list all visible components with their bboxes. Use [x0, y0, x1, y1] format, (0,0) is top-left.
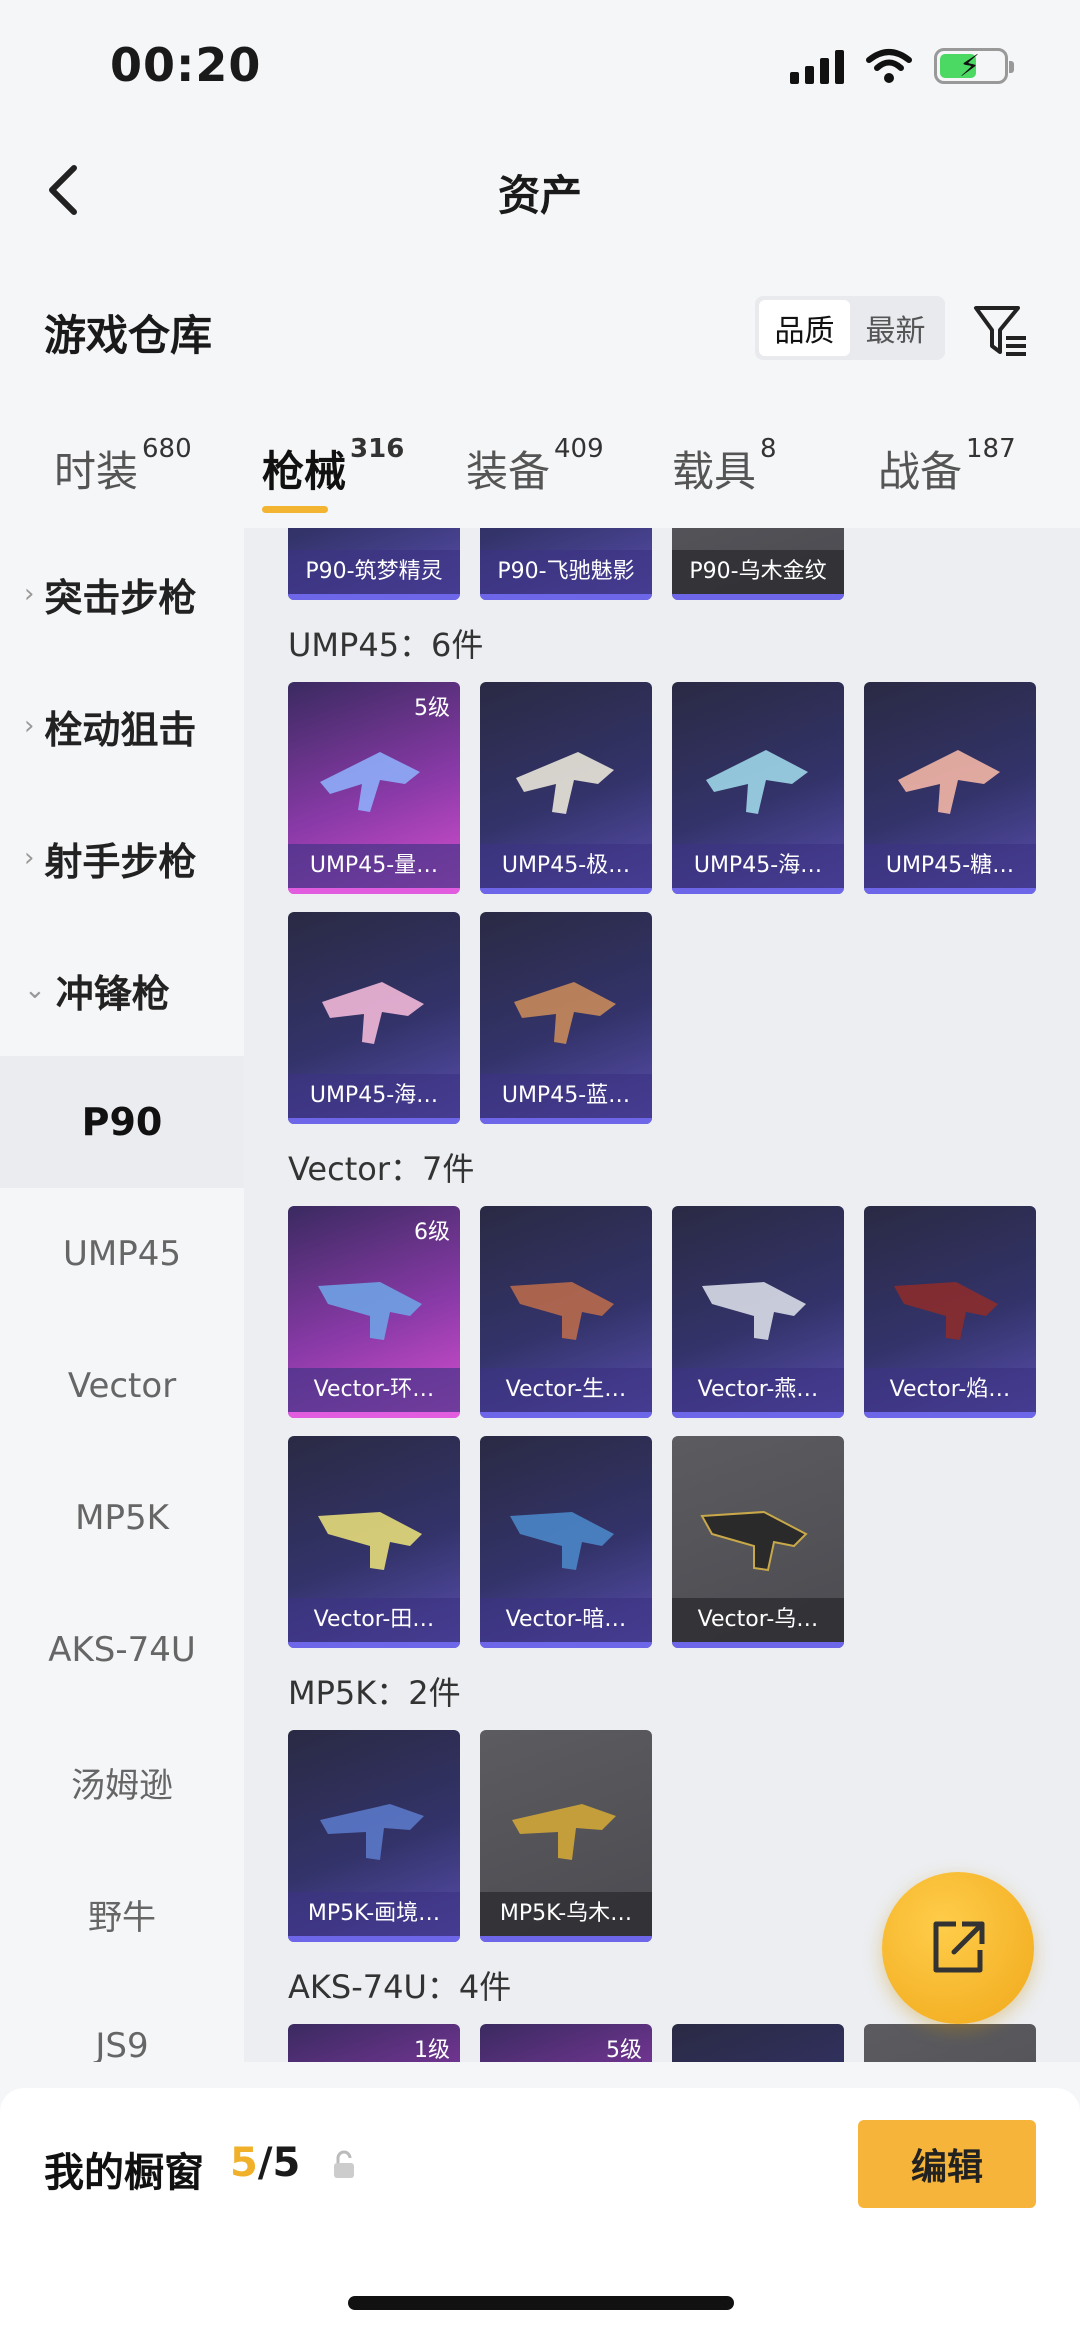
item-card[interactable]: UMP45-糖…: [864, 682, 1036, 894]
sort-quality-button[interactable]: 品质: [759, 300, 850, 356]
item-card[interactable]: MP5K-乌木…: [480, 1730, 652, 1942]
gun-icon: [318, 1512, 422, 1570]
filter-icon[interactable]: [970, 300, 1030, 360]
sidebar-item-bolt-sniper[interactable]: › 栓动狙击: [0, 660, 244, 792]
item-card[interactable]: Vector-田…: [288, 1436, 460, 1648]
showcase-label: 我的橱窗: [44, 2150, 204, 2196]
category-tabs: 时装 680 枪械 316 装备 409 载具 8 战备 187: [0, 420, 1080, 530]
status-bar: 00:20 ⚡: [0, 0, 1080, 140]
tab-equipment[interactable]: 装备 409: [466, 434, 604, 499]
status-icons: ⚡: [790, 48, 1014, 84]
gun-icon: [510, 1512, 614, 1570]
sidebar-item-aks74u[interactable]: AKS-74U: [0, 1584, 244, 1716]
gun-icon: [700, 1510, 808, 1572]
item-card[interactable]: 5级 UMP45-量…: [288, 682, 460, 894]
tab-firearms[interactable]: 枪械 316: [262, 434, 404, 499]
gun-icon: [898, 750, 1000, 814]
sort-latest-button[interactable]: 最新: [850, 300, 941, 356]
sidebar: › 突击步枪 › 栓动狙击 › 射手步枪 ⌄ 冲锋枪 P90 UMP45 Vector …: [0, 528, 244, 2062]
tab-vehicles[interactable]: 载具 8: [672, 434, 777, 499]
chevron-right-icon: ›: [24, 579, 35, 609]
item-card[interactable]: P90-筑梦精灵: [288, 528, 460, 600]
group-label-aks74u: AKS-74U：4件: [288, 1968, 512, 2006]
item-card[interactable]: UMP45-蓝…: [480, 912, 652, 1124]
share-button[interactable]: [882, 1872, 1034, 2024]
item-card[interactable]: P90-乌木金纹: [672, 528, 844, 600]
item-card[interactable]: Vector-生…: [480, 1206, 652, 1418]
group-label-ump45: UMP45：6件: [288, 626, 484, 664]
item-card[interactable]: Vector-暗…: [480, 1436, 652, 1648]
item-card[interactable]: 6级 Vector-环…: [288, 1206, 460, 1418]
gun-icon: [510, 1282, 614, 1340]
group-label-vector: Vector：7件: [288, 1150, 475, 1188]
home-indicator: [348, 2296, 734, 2310]
signal-icon: [790, 48, 844, 84]
sidebar-item-p90[interactable]: P90: [0, 1056, 244, 1188]
sidebar-item-marksman[interactable]: › 射手步枪: [0, 792, 244, 924]
gun-icon: [320, 752, 420, 812]
item-card[interactable]: Vector-焰…: [864, 1206, 1036, 1418]
chevron-right-icon: ›: [24, 843, 35, 873]
gun-icon: [706, 750, 808, 814]
store-header: 游戏仓库 品质 最新: [0, 280, 1080, 380]
share-icon: [933, 1921, 985, 1973]
item-card[interactable]: 5级: [480, 2024, 652, 2062]
store-title: 游戏仓库: [44, 311, 213, 360]
gun-icon: [702, 1282, 806, 1340]
wifi-icon: [866, 49, 912, 83]
battery-icon: ⚡: [934, 48, 1014, 84]
active-tab-indicator: [262, 506, 328, 513]
gun-icon: [516, 752, 614, 814]
sidebar-item-assault-rifle[interactable]: › 突击步枪: [0, 528, 244, 660]
lock-icon: [334, 2150, 354, 2178]
item-card[interactable]: 1级: [288, 2024, 460, 2062]
item-card[interactable]: UMP45-海…: [288, 912, 460, 1124]
gun-icon: [512, 1804, 616, 1860]
page-title: 资产: [497, 171, 582, 220]
gun-icon: [320, 1804, 424, 1860]
gun-icon: [322, 982, 424, 1044]
item-grid: P90-筑梦精灵 P90-飞驰魅影 P90-乌木金纹 UMP45：6件 5级 U…: [244, 528, 1080, 2062]
sort-toggle: 品质 最新: [755, 296, 945, 360]
item-card[interactable]: Vector-乌…: [672, 1436, 844, 1648]
chevron-right-icon: ›: [24, 711, 35, 741]
status-time: 00:20: [110, 38, 262, 92]
showcase-count: 5/5: [230, 2140, 301, 2186]
edit-button[interactable]: 编辑: [858, 2120, 1036, 2208]
chevron-down-icon: ⌄: [24, 975, 46, 1005]
sidebar-item-bizon[interactable]: 野牛: [0, 1848, 244, 1980]
tab-supplies[interactable]: 战备 187: [878, 434, 1016, 499]
group-label-mp5k: MP5K：2件: [288, 1674, 461, 1712]
tab-fashion[interactable]: 时装 680: [54, 434, 192, 499]
gun-icon: [318, 1282, 422, 1340]
sidebar-item-js9[interactable]: JS9: [0, 1980, 244, 2062]
sidebar-item-ump45[interactable]: UMP45: [0, 1188, 244, 1320]
item-card[interactable]: MP5K-画境…: [288, 1730, 460, 1942]
sidebar-item-vector[interactable]: Vector: [0, 1320, 244, 1452]
sidebar-item-thompson[interactable]: 汤姆逊: [0, 1716, 244, 1848]
gun-icon: [514, 982, 616, 1044]
item-card[interactable]: UMP45-海…: [672, 682, 844, 894]
item-card[interactable]: P90-飞驰魅影: [480, 528, 652, 600]
gun-icon: [894, 1282, 998, 1340]
sidebar-item-mp5k[interactable]: MP5K: [0, 1452, 244, 1584]
item-card[interactable]: [864, 2024, 1036, 2062]
sidebar-item-smg[interactable]: ⌄ 冲锋枪: [0, 924, 244, 1056]
nav-bar: 资产: [0, 140, 1080, 240]
item-card[interactable]: [672, 2024, 844, 2062]
item-card[interactable]: Vector-燕…: [672, 1206, 844, 1418]
item-card[interactable]: UMP45-极…: [480, 682, 652, 894]
